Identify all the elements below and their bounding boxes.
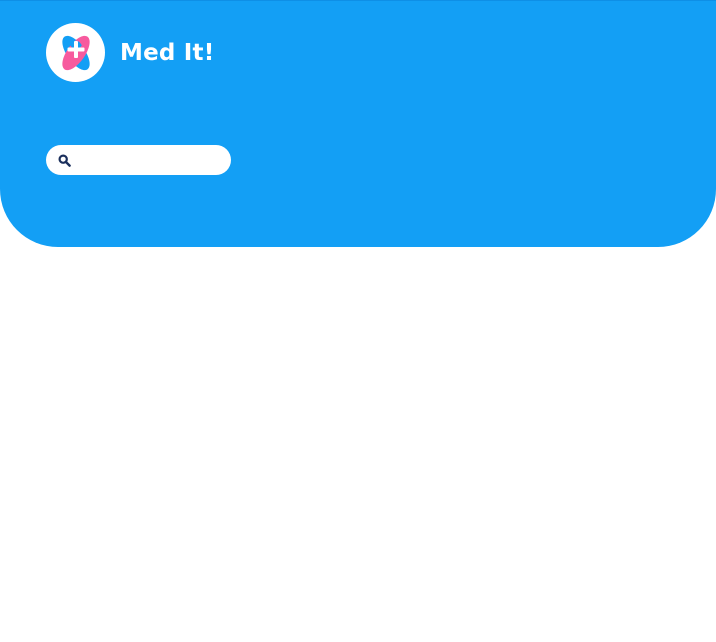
search-bar[interactable] [46,145,231,175]
medical-cross-logo-icon [46,23,105,82]
app-header: Med It! [0,0,716,247]
search-input[interactable] [77,147,227,173]
brand[interactable]: Med It! [46,23,214,82]
app-title: Med It! [120,39,215,66]
search-icon [57,153,71,167]
app-page: Med It! [0,0,716,642]
logo-graphic [61,35,90,70]
main-content-area [0,247,716,642]
